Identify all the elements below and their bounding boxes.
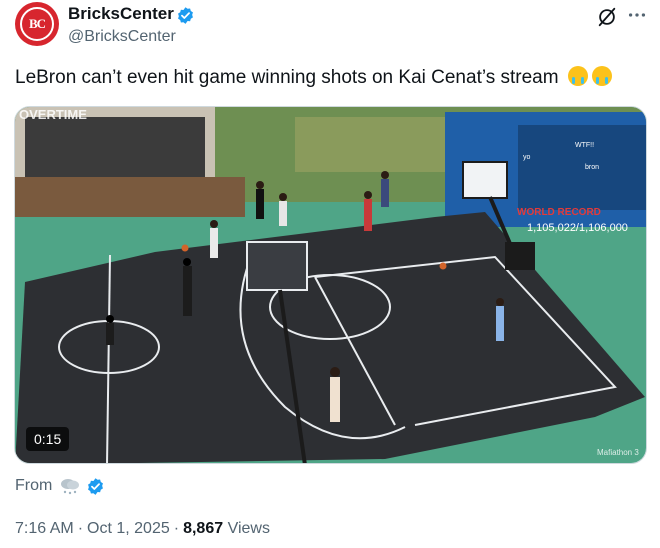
chat-line: WTF!! <box>575 142 594 149</box>
tweet-text: LeBron can’t even hit game winning shots… <box>15 66 612 89</box>
basketball <box>439 262 447 270</box>
right-hoop-backboard <box>462 161 508 199</box>
avatar[interactable]: BC <box>15 2 59 46</box>
grok-icon[interactable] <box>596 6 618 28</box>
user-handle[interactable]: @BricksCenter <box>68 28 176 46</box>
tweet-body: LeBron can’t even hit game winning shots… <box>15 67 559 88</box>
loudly-crying-face-emoji <box>567 66 588 86</box>
separator: · <box>77 520 84 537</box>
snow-cloud-icon[interactable] <box>58 476 82 496</box>
record-label: WORLD RECORD <box>517 207 601 218</box>
stream-chat: WTF!! yo bron <box>518 125 646 210</box>
video-frame: OVERTIME WTF!! yo bron WORLD RECORD 1,10… <box>15 107 646 463</box>
source-row: From <box>15 476 105 496</box>
avatar-logo: BC <box>20 7 54 41</box>
views-label: Views <box>227 520 270 537</box>
chat-line: bron <box>585 164 599 171</box>
stream-watermark: Mafiathon 3 <box>597 448 639 457</box>
tweet-meta: 7:16 AM · Oct 1, 2025 · 8,867 Views <box>15 520 270 538</box>
post-date[interactable]: Oct 1, 2025 <box>87 520 170 537</box>
video-duration-badge: 0:15 <box>26 427 70 451</box>
verified-badge-icon <box>178 7 193 24</box>
video-player[interactable]: OVERTIME WTF!! yo bron WORLD RECORD 1,10… <box>14 106 647 464</box>
right-hoop-base <box>505 242 535 270</box>
display-name[interactable]: BricksCenter <box>68 4 174 24</box>
overtime-overlay: OVERTIME <box>19 107 87 122</box>
house-window <box>25 117 205 177</box>
verified-badge-icon <box>88 477 104 495</box>
sub-counter: 1,105,022/1,106,000 <box>527 222 628 234</box>
hedge <box>295 117 445 172</box>
deck <box>15 177 245 217</box>
chat-line: yo <box>523 154 531 161</box>
loudly-crying-face-emoji <box>591 66 612 86</box>
center-hoop-backboard <box>246 241 308 291</box>
post-time[interactable]: 7:16 AM <box>15 520 74 537</box>
more-options-icon[interactable] <box>626 4 648 26</box>
separator: · <box>173 520 180 537</box>
views-count: 8,867 <box>183 520 224 537</box>
from-label: From <box>15 477 53 494</box>
